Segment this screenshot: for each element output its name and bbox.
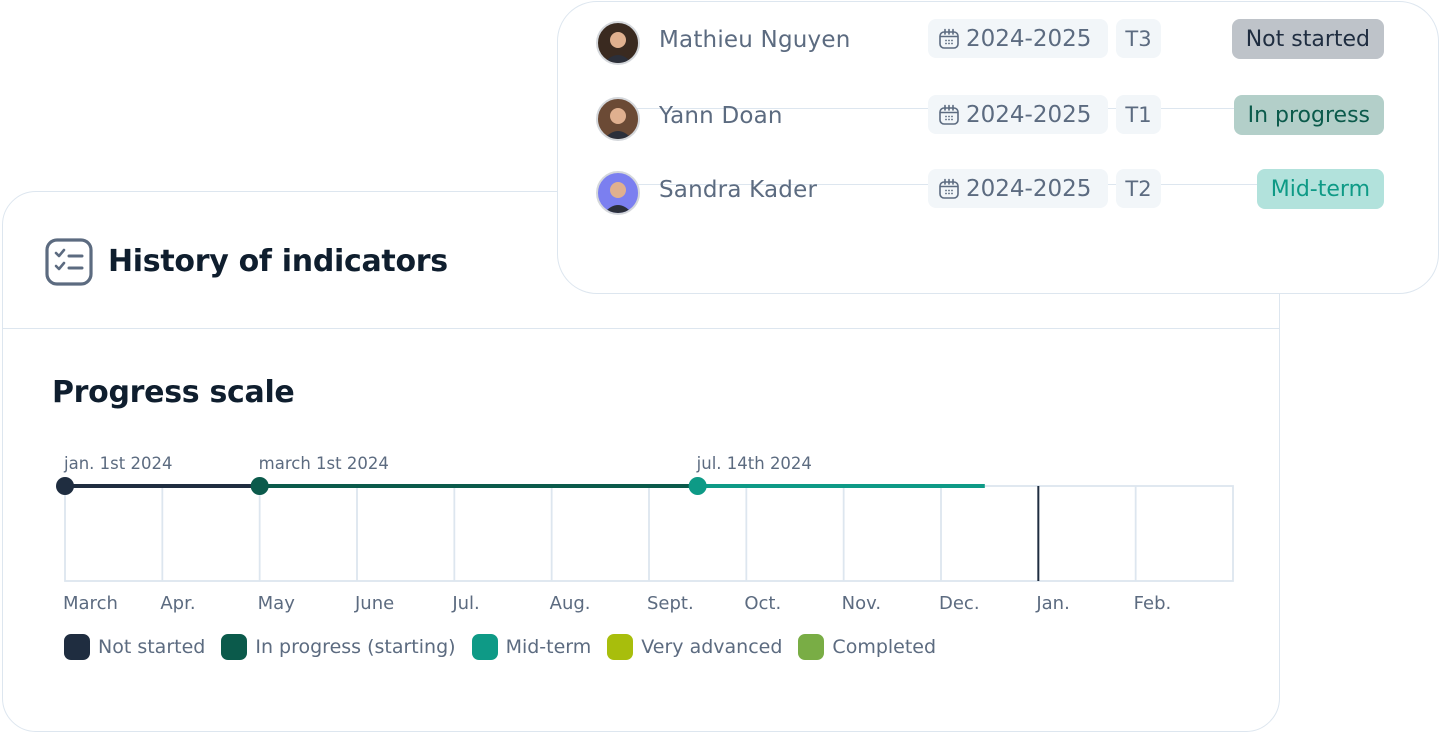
person-row[interactable]: Yann Doan 2024-2025 T1 In progress — [594, 82, 1384, 158]
month-label: Oct. — [744, 593, 781, 614]
milestone-point[interactable] — [56, 477, 74, 495]
legend-swatch — [221, 634, 248, 660]
legend-item: Mid-term — [471, 634, 592, 660]
section-title: Progress scale — [52, 375, 295, 410]
card-title: History of indicators — [108, 244, 448, 279]
person-avatar-icon — [604, 32, 632, 63]
person-avatar-icon — [604, 108, 632, 139]
month-label: Dec. — [939, 593, 980, 614]
month-label: May — [258, 593, 296, 614]
chart-legend: Not started In progress (starting) Mid-ter… — [64, 634, 952, 660]
legend-item: Very advanced — [607, 634, 782, 660]
term: T1 — [1125, 102, 1152, 127]
legend-item: Completed — [798, 634, 936, 660]
status-badge: Not started — [1231, 19, 1384, 59]
month-label: Aug. — [550, 593, 591, 614]
calendar-icon — [939, 178, 959, 199]
avatar — [596, 21, 640, 65]
school-year: 2024-2025 — [966, 25, 1092, 52]
milestone-point[interactable] — [688, 477, 707, 495]
month-label: June — [354, 593, 394, 614]
legend-label: Mid-term — [505, 636, 592, 658]
checklist-icon — [45, 238, 93, 286]
month-label: Jan. — [1035, 593, 1069, 614]
status-badge: In progress — [1233, 95, 1384, 135]
milestone-point[interactable] — [250, 477, 269, 495]
month-label: Nov. — [842, 593, 881, 614]
milestone-label: jul. 14th 2024 — [696, 454, 812, 473]
person-name: Mathieu Nguyen — [659, 27, 851, 53]
status-badge: Mid-term — [1256, 169, 1384, 209]
school-year: 2024-2025 — [966, 101, 1092, 128]
avatar — [596, 97, 640, 141]
school-year-chip: 2024-2025 — [928, 169, 1108, 208]
legend-label: Not started — [98, 636, 206, 658]
person-name: Yann Doan — [659, 103, 783, 129]
calendar-icon — [939, 104, 959, 125]
legend-swatch — [798, 634, 825, 660]
people-status-card: Mathieu Nguyen 2024-2025 T3 Not started Yann… — [557, 1, 1439, 294]
term: T3 — [1125, 26, 1152, 51]
legend-swatch — [64, 634, 90, 660]
legend-item: Not started — [64, 634, 205, 660]
school-year-chip: 2024-2025 — [928, 95, 1108, 134]
legend-label: In progress (starting) — [255, 636, 456, 658]
person-row[interactable]: Sandra Kader 2024-2025 T2 Mid-term — [594, 156, 1384, 232]
month-label: Sept. — [647, 593, 694, 614]
person-name: Sandra Kader — [659, 177, 818, 203]
person-avatar-icon — [604, 182, 632, 213]
legend-label: Very advanced — [641, 636, 783, 658]
month-label: Jul. — [451, 593, 479, 614]
legend-item: In progress (starting) — [221, 634, 456, 660]
month-label: Apr. — [160, 593, 195, 614]
term-chip: T1 — [1116, 95, 1161, 134]
milestone-label: jan. 1st 2024 — [63, 454, 172, 473]
milestone-label: march 1st 2024 — [259, 454, 389, 473]
month-label: March — [63, 593, 118, 614]
legend-label: Completed — [832, 636, 937, 658]
avatar — [596, 171, 640, 215]
legend-swatch — [607, 634, 634, 660]
legend-swatch — [471, 634, 498, 660]
term-chip: T3 — [1116, 19, 1161, 58]
month-label: Feb. — [1134, 593, 1172, 614]
calendar-icon — [939, 28, 959, 49]
school-year: 2024-2025 — [966, 175, 1092, 202]
school-year-chip: 2024-2025 — [928, 19, 1108, 58]
term-chip: T2 — [1116, 169, 1161, 208]
term: T2 — [1125, 176, 1152, 201]
person-row[interactable]: Mathieu Nguyen 2024-2025 T3 Not started — [594, 6, 1384, 82]
